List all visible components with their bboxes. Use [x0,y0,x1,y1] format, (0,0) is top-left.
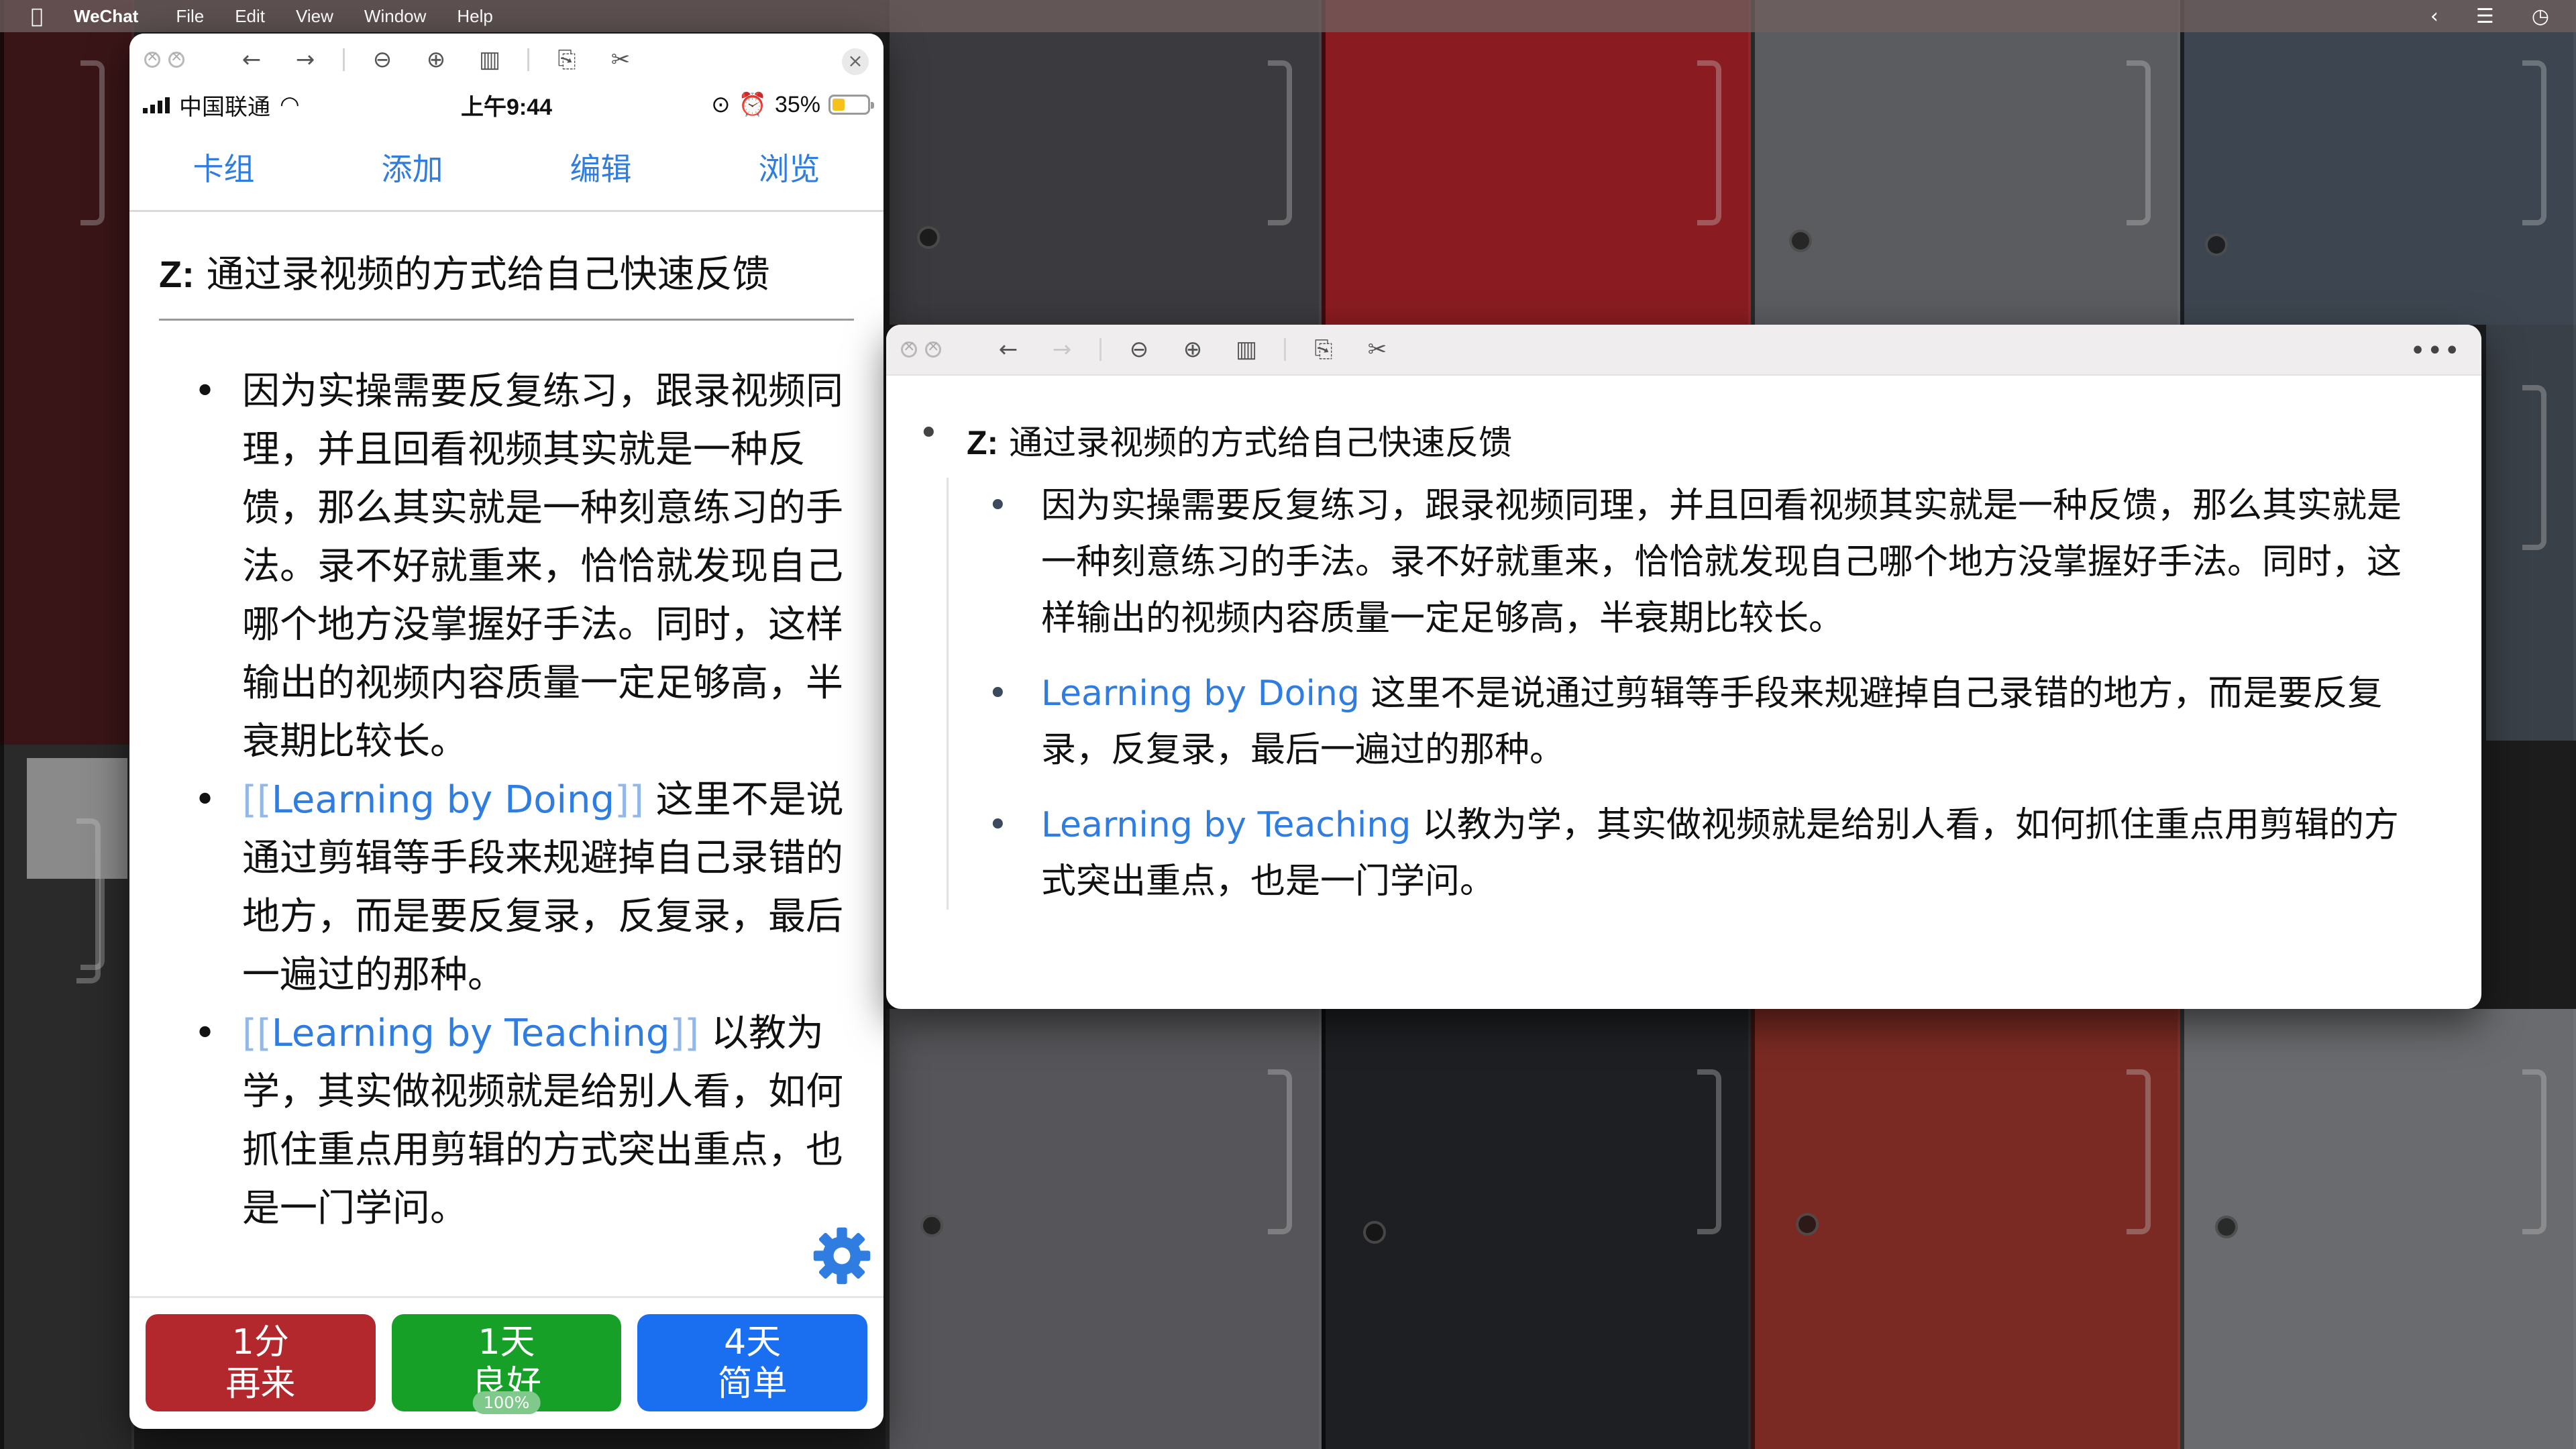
tools-icon[interactable]: ✂ [594,46,647,73]
window-minimize-button[interactable] [925,338,941,358]
nav-edit[interactable]: 编辑 [570,145,632,189]
battery-percent: 35% [774,91,820,117]
forward-arrow-icon[interactable]: → [278,46,332,73]
nav-add[interactable]: 添加 [382,145,443,189]
zoom-in-icon[interactable]: ⊕ [409,46,463,73]
clock-icon[interactable]: ◷ [2532,5,2549,28]
again-label: 再来 [225,1363,296,1404]
close-icon[interactable]: × [842,48,869,75]
list-item: [[Learning by Teaching]] 以教为学，其实做视频就是给别人… [159,1004,854,1238]
again-button[interactable]: 1分 再来 [146,1314,376,1411]
more-options-icon[interactable]: ••• [2410,335,2461,366]
good-badge: 100% [472,1391,541,1414]
zoom-out-icon[interactable]: ⊖ [1112,336,1166,363]
menu-help[interactable]: Help [457,6,492,27]
window-minimize-button[interactable] [168,48,184,68]
zoom-out-icon[interactable]: ⊖ [356,46,409,73]
list-item: 因为实操需要反复练习，跟录视频同理，并且回看视频其实就是一种反馈，那么其实就是一… [962,478,2481,647]
toolbar-divider [1284,338,1286,361]
alarm-icon: ⏰ [738,92,767,117]
easy-interval: 4天 [724,1322,782,1362]
menu-window[interactable]: Window [364,6,426,27]
window-close-button[interactable] [901,338,917,358]
rotation-lock-icon: ⊙ [711,92,731,117]
easy-label: 简单 [717,1363,788,1404]
card-title: Z: 通过录视频的方式给自己快速反馈 [159,244,854,321]
easy-button[interactable]: 4天 简单 [637,1314,868,1411]
chevron-left-icon[interactable]: ‹ [2430,5,2438,28]
phone-window-toolbar: ← → ⊖ ⊕ ▥ ⎘ ✂ × [129,34,883,86]
nav-decks[interactable]: 卡组 [193,145,255,189]
menu-bar:  WeChat File Edit View Window Help ‹ ☰ … [0,0,2576,32]
phone-status-bar: 中国联通 ◠ 上午9:44 ⊙ ⏰ 35% [129,86,883,123]
window-controls [901,338,941,358]
list-item: Learning by Doing 这里不是说通过剪辑等手段来规避掉自己录错的地… [962,665,2481,778]
flashcard: Z: 通过录视频的方式给自己快速反馈 因为实操需要反复练习，跟录视频同理，并且回… [129,212,883,1238]
card-title-prefix: Z: [159,253,195,295]
window-close-button[interactable] [144,48,160,68]
bullet-text: 因为实操需要反复练习，跟录视频同理，并且回看视频其实就是一种反馈，那么其实就是一… [242,370,843,763]
menu-app-name[interactable]: WeChat [74,6,138,27]
card-bullet-list: 因为实操需要反复练习，跟录视频同理，并且回看视频其实就是一种反馈，那么其实就是一… [159,362,854,1238]
carrier-name: 中国联通 [179,94,270,120]
forward-arrow-icon[interactable]: → [1035,336,1089,363]
toolbar-divider [1099,338,1102,361]
apple-icon[interactable]:  [0,5,74,28]
list-item: 因为实操需要反复练习，跟录视频同理，并且回看视频其实就是一种反馈，那么其实就是一… [159,362,854,771]
back-arrow-icon[interactable]: ← [981,336,1035,363]
toolbar-divider [527,48,529,71]
battery-icon [828,95,874,115]
wiki-link-learning-by-doing[interactable]: [[Learning by Doing]] [242,778,644,822]
fit-screen-icon[interactable]: ▥ [463,46,517,73]
wifi-icon: ◠ [280,92,300,117]
window-controls [144,48,184,68]
phone-nav-bar: 卡组 添加 编辑 浏览 [129,123,883,212]
rotate-icon[interactable]: ⎘ [540,46,594,73]
good-button[interactable]: 1天 良好 100% [391,1314,622,1414]
card-title-text: 通过录视频的方式给自己快速反馈 [206,253,770,297]
good-interval: 1天 [478,1322,535,1362]
bullet-text: 因为实操需要反复练习，跟录视频同理，并且回看视频其实就是一种反馈，那么其实就是一… [1041,486,2402,639]
again-interval: 1分 [231,1322,289,1362]
back-arrow-icon[interactable]: ← [225,46,278,73]
fit-screen-icon[interactable]: ▥ [1220,336,1273,363]
rotate-icon[interactable]: ⎘ [1297,336,1350,363]
menu-file[interactable]: File [176,6,204,27]
preview-title-text: 通过录视频的方式给自己快速反馈 [1009,423,1513,462]
zoom-in-icon[interactable]: ⊕ [1166,336,1220,363]
note-preview-window: ← → ⊖ ⊕ ▥ ⎘ ✂ ••• Z: 通过录视频的方式给自己快速反馈 因为实… [886,325,2481,1009]
link-learning-by-teaching[interactable]: Learning by Teaching [1041,805,1411,845]
preview-content: Z: 通过录视频的方式给自己快速反馈 因为实操需要反复练习，跟录视频同理，并且回… [886,376,2481,910]
nav-browse[interactable]: 浏览 [759,145,820,189]
preview-title: Z: 通过录视频的方式给自己快速反馈 [906,413,2481,464]
tools-icon[interactable]: ✂ [1350,336,1404,363]
gear-icon[interactable] [810,1224,874,1288]
list-item: [[Learning by Doing]] 这里不是说通过剪辑等手段来规避掉自己… [159,771,854,1004]
phone-mirror-window: ← → ⊖ ⊕ ▥ ⎘ ✂ × 中国联通 ◠ 上午9:44 ⊙ ⏰ 35% 卡组… [129,34,883,1429]
preview-title-prefix: Z: [967,424,999,462]
preview-window-toolbar: ← → ⊖ ⊕ ▥ ⎘ ✂ ••• [886,325,2481,376]
link-learning-by-doing[interactable]: Learning by Doing [1041,674,1360,714]
menu-edit[interactable]: Edit [235,6,265,27]
wiki-link-learning-by-teaching[interactable]: [[Learning by Teaching]] [242,1012,699,1055]
preview-bullet-list: 因为实操需要反复练习，跟录视频同理，并且回看视频其实就是一种反馈，那么其实就是一… [947,478,2481,910]
signal-icon [143,96,170,113]
list-item: Learning by Teaching 以教为学，其实做视频就是给别人看，如何… [962,797,2481,910]
answer-button-bar: 1分 再来 1天 良好 100% 4天 简单 [129,1296,883,1429]
toolbar-divider [343,48,345,71]
menu-view[interactable]: View [296,6,333,27]
control-center-icon[interactable]: ☰ [2476,5,2494,28]
